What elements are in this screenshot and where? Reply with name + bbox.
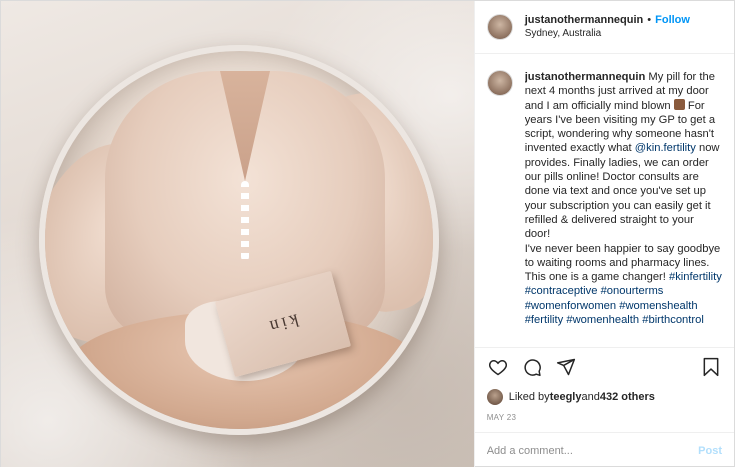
separator-dot: • bbox=[647, 14, 652, 26]
likes-count[interactable]: 432 others bbox=[600, 391, 655, 403]
location-link[interactable]: Sydney, Australia bbox=[525, 27, 690, 41]
author-avatar[interactable] bbox=[486, 14, 513, 40]
heart-icon[interactable] bbox=[487, 356, 509, 378]
liker-avatar[interactable] bbox=[486, 389, 503, 405]
mention-link[interactable]: @kin.fertility bbox=[635, 142, 696, 154]
likes-middle: and bbox=[581, 391, 600, 403]
caption-row: justanothermannequin My pill for the nex… bbox=[486, 70, 722, 345]
hashtag-link[interactable]: #onourterms bbox=[601, 285, 664, 297]
post-photo[interactable]: kin bbox=[1, 1, 474, 467]
hashtag-link[interactable]: #contraceptive bbox=[525, 285, 598, 297]
hashtag-link[interactable]: #womenforwomen bbox=[525, 300, 616, 312]
hashtag-link[interactable]: #birthcontrol bbox=[642, 314, 704, 326]
post-header: justanothermannequin • Follow Sydney, Au… bbox=[474, 1, 734, 54]
header-text: justanothermannequin • Follow Sydney, Au… bbox=[525, 13, 690, 41]
add-comment-bar: Post bbox=[474, 432, 734, 467]
blouse-buttons bbox=[241, 181, 249, 261]
caption-username[interactable]: justanothermannequin bbox=[525, 71, 646, 83]
follow-button[interactable]: Follow bbox=[655, 13, 690, 27]
comment-input[interactable] bbox=[486, 444, 699, 457]
hashtag-link[interactable]: #kinfertility bbox=[669, 271, 722, 283]
share-icon[interactable] bbox=[555, 356, 577, 378]
box-logo: kin bbox=[264, 310, 302, 338]
woman-emoji-icon bbox=[673, 98, 685, 110]
post-side-panel: justanothermannequin • Follow Sydney, Au… bbox=[473, 1, 734, 467]
comment-icon[interactable] bbox=[521, 356, 543, 378]
bookmark-icon[interactable] bbox=[700, 356, 722, 378]
post-caption: justanothermannequin My pill for the nex… bbox=[525, 70, 722, 345]
likes-row: Liked by teegly and 432 others bbox=[475, 385, 734, 409]
caption-avatar[interactable] bbox=[486, 70, 513, 96]
instagram-post: kin justanothermannequin • Follow Sydney… bbox=[0, 0, 735, 467]
hashtag-link[interactable]: #womenhealth bbox=[566, 314, 639, 326]
author-username[interactable]: justanothermannequin bbox=[525, 13, 644, 27]
comments-area[interactable]: justanothermannequin My pill for the nex… bbox=[475, 54, 734, 347]
liker-username[interactable]: teegly bbox=[550, 391, 582, 403]
caption-text-3: now provides. Finally ladies, we can ord… bbox=[524, 142, 720, 241]
post-date[interactable]: MAY 23 bbox=[475, 409, 734, 432]
hashtag-link[interactable]: #fertility bbox=[525, 314, 564, 326]
round-mirror: kin bbox=[39, 45, 439, 435]
likes-prefix: Liked by bbox=[508, 391, 550, 403]
action-bar bbox=[474, 347, 734, 385]
post-comment-button[interactable]: Post bbox=[698, 445, 722, 457]
hashtag-link[interactable]: #womenshealth bbox=[619, 300, 697, 312]
